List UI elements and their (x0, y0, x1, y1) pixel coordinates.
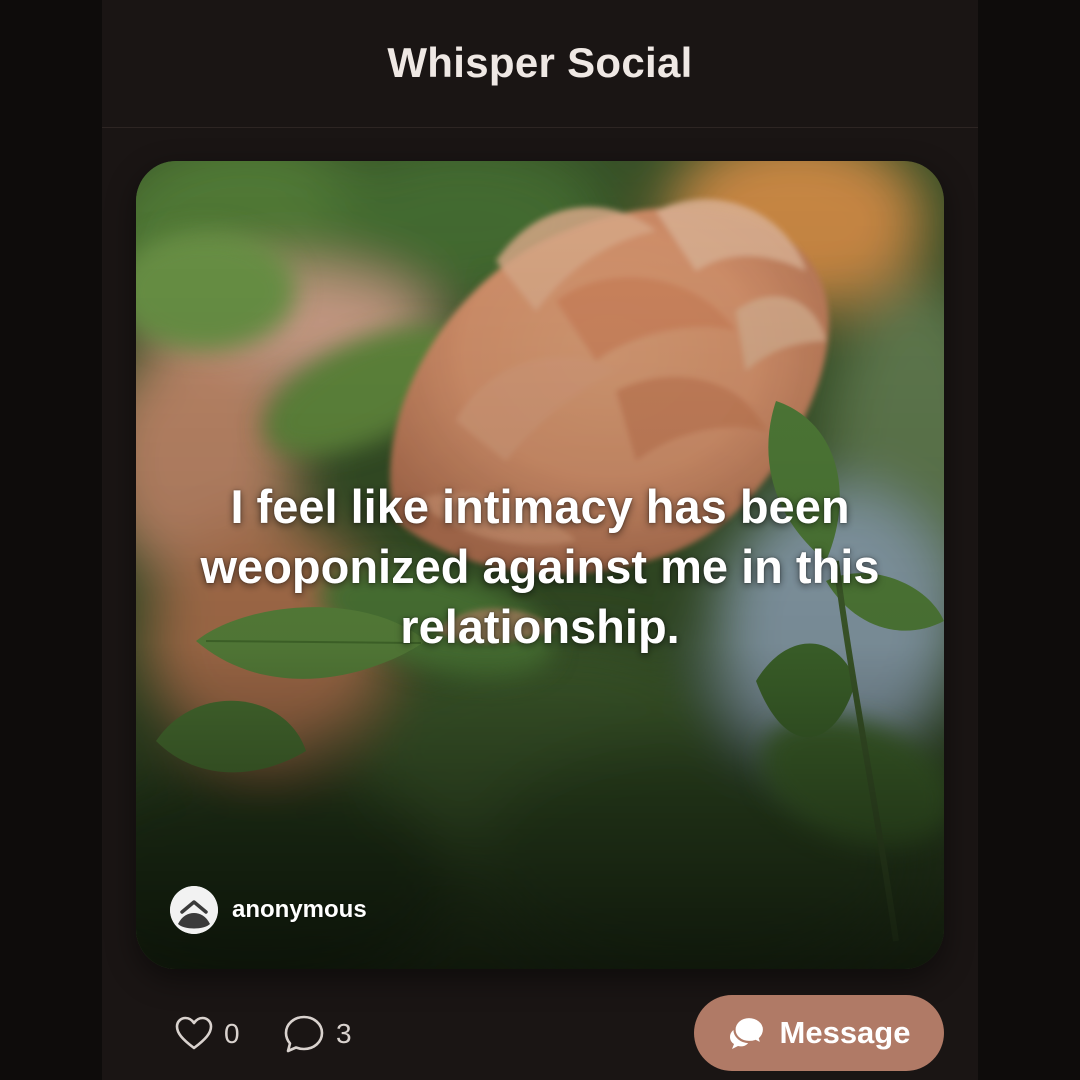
post-author[interactable]: anonymous (170, 886, 367, 934)
message-button-label: Message (779, 1015, 911, 1050)
like-count: 0 (224, 1018, 240, 1049)
chat-bubbles-icon (729, 1015, 765, 1049)
message-button[interactable]: Message (694, 995, 944, 1071)
comment-button[interactable]: 3 (282, 1012, 352, 1056)
app-screen: Whisper Social I feel like intimacy has … (102, 0, 978, 1080)
post-card[interactable]: I feel like intimacy has been weoponized… (136, 161, 944, 969)
post-text: I feel like intimacy has been weoponized… (200, 480, 880, 653)
like-button[interactable]: 0 (174, 1012, 240, 1056)
app-header: Whisper Social (102, 0, 978, 128)
heart-icon (175, 1016, 213, 1050)
author-name: anonymous (232, 896, 367, 923)
app-title: Whisper Social (387, 38, 693, 86)
post-actions: 0 3 Message (102, 990, 978, 1080)
speech-bubble-icon (284, 1015, 324, 1053)
anonymous-avatar-icon (170, 886, 218, 934)
comment-count: 3 (336, 1018, 352, 1049)
